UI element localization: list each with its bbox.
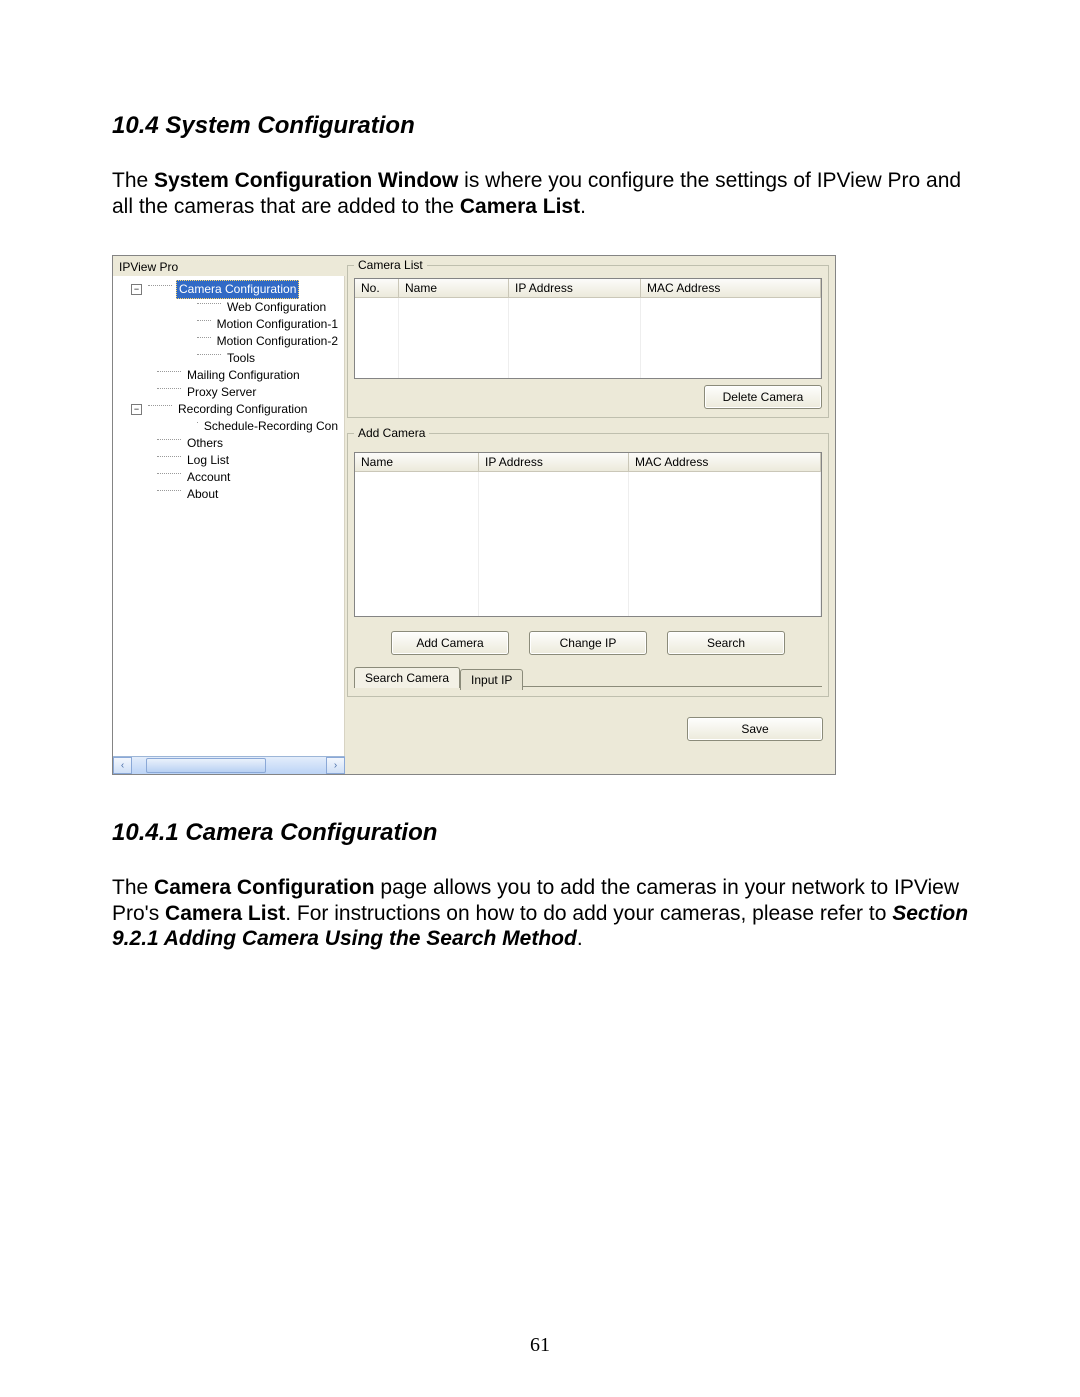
table-row[interactable]: [355, 552, 821, 568]
tree-node-about[interactable]: About: [117, 486, 340, 503]
add-camera-button[interactable]: Add Camera: [391, 631, 509, 655]
table-row[interactable]: [355, 504, 821, 520]
add-camera-body: [355, 472, 821, 616]
delete-camera-button[interactable]: Delete Camera: [704, 385, 822, 409]
tree-label: Log List: [185, 452, 231, 469]
tree-node-proxy[interactable]: Proxy Server: [117, 384, 340, 401]
change-ip-button[interactable]: Change IP: [529, 631, 647, 655]
table-row[interactable]: [355, 568, 821, 584]
table-row[interactable]: [355, 314, 821, 330]
add-camera-group: Add Camera Name IP Address MAC Address: [347, 426, 829, 697]
add-camera-header: Name IP Address MAC Address: [355, 453, 821, 472]
chevron-left-icon: ‹: [121, 760, 124, 771]
tree-label: Mailing Configuration: [185, 367, 302, 384]
tree-node-motion-2[interactable]: Motion Configuration-2: [117, 333, 340, 350]
tree-node-motion-1[interactable]: Motion Configuration-1: [117, 316, 340, 333]
tree-node-account[interactable]: Account: [117, 469, 340, 486]
table-row[interactable]: [355, 584, 821, 600]
tab-input-ip[interactable]: Input IP: [460, 669, 523, 690]
tree-node-recording[interactable]: − Recording Configuration: [117, 401, 340, 418]
table-row[interactable]: [355, 536, 821, 552]
text-bold: System Configuration Window: [154, 169, 458, 192]
horizontal-scrollbar[interactable]: ‹ ›: [113, 756, 345, 774]
tree-label: Recording Configuration: [176, 401, 309, 418]
text-bold: Camera List: [165, 902, 285, 925]
col-name[interactable]: Name: [399, 279, 509, 298]
tree-label: Motion Configuration-2: [215, 333, 340, 350]
table-row[interactable]: [355, 298, 821, 314]
system-config-window: IPView Pro − Camera Configuration Web Co…: [112, 255, 836, 775]
window-title: IPView Pro: [113, 256, 345, 276]
tree-label: Camera Configuration: [176, 280, 299, 299]
collapse-icon[interactable]: −: [131, 284, 142, 295]
chevron-right-icon: ›: [334, 760, 337, 771]
add-camera-list-view[interactable]: Name IP Address MAC Address: [354, 452, 822, 617]
tree-node-web-configuration[interactable]: Web Configuration: [117, 299, 340, 316]
save-button[interactable]: Save: [687, 717, 823, 741]
table-row[interactable]: [355, 472, 821, 488]
camera-list-legend: Camera List: [354, 258, 427, 272]
table-row[interactable]: [355, 362, 821, 378]
scroll-track[interactable]: [132, 757, 326, 774]
scroll-right-button[interactable]: ›: [326, 757, 345, 774]
scroll-thumb[interactable]: [146, 758, 266, 773]
add-camera-legend: Add Camera: [354, 426, 429, 440]
table-row[interactable]: [355, 330, 821, 346]
col-mac[interactable]: MAC Address: [641, 279, 821, 298]
camera-list-group: Camera List No. Name IP Address MAC Addr…: [347, 258, 829, 418]
col-ip[interactable]: IP Address: [479, 453, 629, 472]
tree-label: Proxy Server: [185, 384, 258, 401]
camera-list-body: [355, 298, 821, 378]
col-ip[interactable]: IP Address: [509, 279, 641, 298]
text-bold: Camera List: [460, 195, 580, 218]
camera-config-paragraph: The Camera Configuration page allows you…: [112, 875, 970, 952]
tree-node-loglist[interactable]: Log List: [117, 452, 340, 469]
table-row[interactable]: [355, 520, 821, 536]
tree-label: Others: [185, 435, 225, 452]
subsection-heading: 10.4.1 Camera Configuration: [112, 819, 970, 847]
tree-node-mailing[interactable]: Mailing Configuration: [117, 367, 340, 384]
text-bold: Camera Configuration: [154, 876, 375, 899]
scroll-left-button[interactable]: ‹: [113, 757, 132, 774]
text: .: [577, 927, 583, 950]
intro-paragraph: The System Configuration Window is where…: [112, 168, 970, 219]
tree-label: Motion Configuration-1: [215, 316, 340, 333]
tree-view[interactable]: − Camera Configuration Web Configuration…: [113, 276, 345, 756]
tree-node-camera-configuration[interactable]: − Camera Configuration: [117, 280, 340, 299]
search-button[interactable]: Search: [667, 631, 785, 655]
text: The: [112, 876, 154, 899]
tree-label: Web Configuration: [225, 299, 328, 316]
col-mac[interactable]: MAC Address: [629, 453, 821, 472]
camera-list-view[interactable]: No. Name IP Address MAC Address: [354, 278, 822, 379]
col-no[interactable]: No.: [355, 279, 399, 298]
tree-label: Tools: [225, 350, 257, 367]
add-camera-tabs: Search Camera Input IP: [354, 667, 822, 688]
section-heading: 10.4 System Configuration: [112, 112, 970, 140]
text: The: [112, 169, 154, 192]
tree-label: About: [185, 486, 220, 503]
page-number: 61: [0, 1334, 1080, 1357]
right-panel: Camera List No. Name IP Address MAC Addr…: [345, 256, 835, 774]
camera-list-header: No. Name IP Address MAC Address: [355, 279, 821, 298]
tab-search-camera[interactable]: Search Camera: [354, 667, 460, 688]
text: .: [580, 195, 586, 218]
tree-label: Account: [185, 469, 232, 486]
tree-node-schedule[interactable]: Schedule-Recording Con: [117, 418, 340, 435]
tree-label: Schedule-Recording Con: [202, 418, 340, 435]
table-row[interactable]: [355, 346, 821, 362]
table-row[interactable]: [355, 488, 821, 504]
tree-node-others[interactable]: Others: [117, 435, 340, 452]
tree-panel: IPView Pro − Camera Configuration Web Co…: [113, 256, 345, 774]
collapse-icon[interactable]: −: [131, 404, 142, 415]
tree-node-tools[interactable]: Tools: [117, 350, 340, 367]
table-row[interactable]: [355, 600, 821, 616]
text: . For instructions on how to do add your…: [285, 902, 892, 925]
col-name[interactable]: Name: [355, 453, 479, 472]
